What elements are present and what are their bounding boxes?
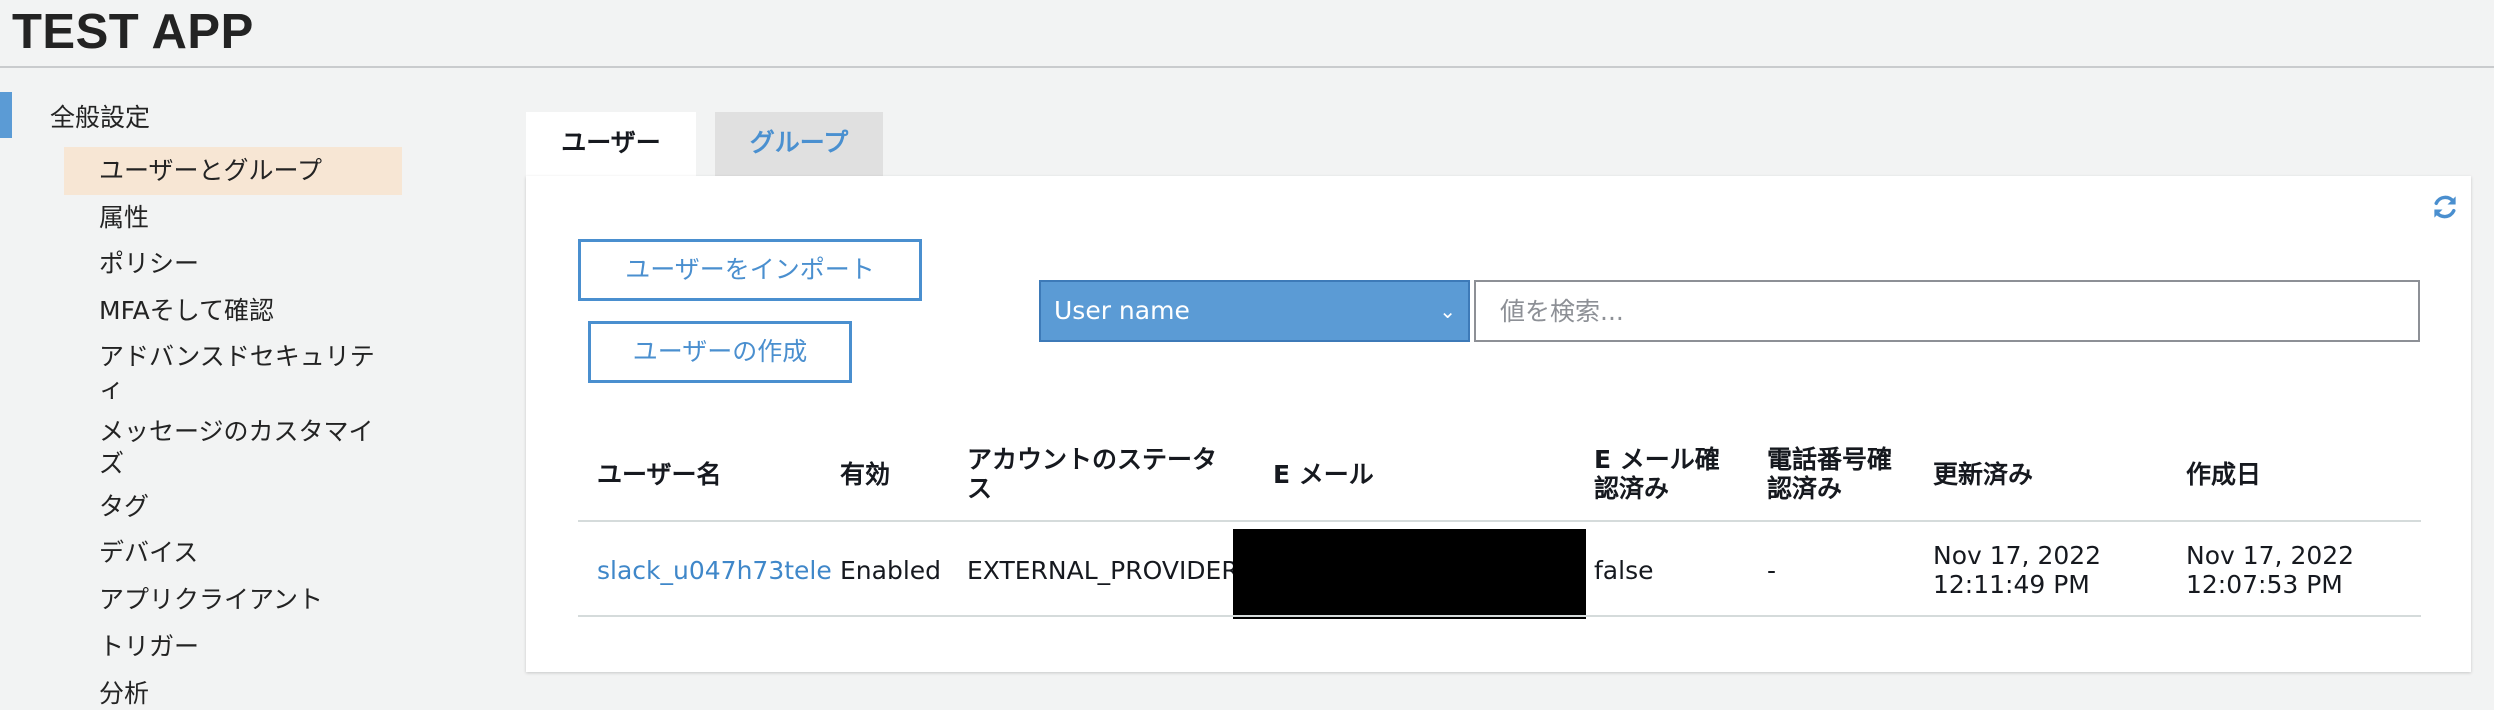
sidebar-item-tags[interactable]: タグ (99, 491, 389, 523)
sidebar-item-analytics[interactable]: 分析 (99, 678, 389, 710)
cell-phone-verified: - (1767, 556, 1777, 585)
cell-account-status: EXTERNAL_PROVIDER (967, 556, 1239, 585)
app-title: TEST APP (12, 5, 254, 59)
column-header-email-verified[interactable]: E メール確認済み (1594, 445, 1734, 503)
chevron-down-icon: ⌄ (1439, 299, 1456, 323)
sidebar-item-app-clients[interactable]: アプリクライアント (99, 584, 389, 616)
tab-groups[interactable]: グループ (715, 112, 883, 177)
cell-created: Nov 17, 2022 12:07:53 PM (2186, 541, 2355, 599)
column-header-updated[interactable]: 更新済み (1933, 460, 2033, 489)
tab-users[interactable]: ユーザー (526, 112, 696, 177)
sidebar-item-users-and-groups[interactable]: ユーザーとグループ (64, 147, 402, 195)
sidebar-section-indicator (0, 92, 12, 138)
search-input[interactable] (1474, 280, 2420, 342)
column-header-email[interactable]: E メール (1273, 460, 1374, 489)
column-header-username[interactable]: ユーザー名 (597, 460, 722, 489)
sidebar-item-policies[interactable]: ポリシー (99, 248, 389, 280)
sidebar-section-general[interactable]: 全般設定 (50, 98, 150, 134)
table-row-divider (578, 615, 2421, 617)
create-user-button[interactable]: ユーザーの作成 (588, 321, 852, 383)
app-header: TEST APP (0, 0, 2494, 68)
column-header-created[interactable]: 作成日 (2186, 460, 2261, 489)
username-link[interactable]: slack_u047h73tele (597, 556, 832, 585)
column-header-account-status[interactable]: アカウントのステータス (967, 445, 1227, 503)
refresh-icon[interactable] (2430, 192, 2460, 222)
search-attribute-value: User name (1054, 296, 1190, 325)
sidebar-item-triggers[interactable]: トリガー (99, 631, 389, 663)
redacted-email-cell (1233, 529, 1586, 619)
column-header-enabled[interactable]: 有効 (840, 460, 890, 489)
sidebar-item-devices[interactable]: デバイス (99, 537, 389, 569)
table-header-divider (578, 520, 2421, 522)
sidebar-item-mfa[interactable]: MFAそして確認 (99, 295, 389, 327)
cell-enabled: Enabled (840, 556, 942, 585)
sidebar-item-advanced-security[interactable]: アドバンスドセキュリティ (99, 341, 387, 405)
refresh-icon-graphic (2434, 195, 2456, 219)
column-header-phone-verified[interactable]: 電話番号確認済み (1767, 445, 1907, 503)
sidebar-item-message-customization[interactable]: メッセージのカスタマイズ (99, 416, 387, 480)
cell-updated: Nov 17, 2022 12:11:49 PM (1933, 541, 2102, 599)
import-users-button[interactable]: ユーザーをインポート (578, 239, 922, 301)
search-attribute-select[interactable]: User name ⌄ (1039, 280, 1470, 342)
cell-email-verified: false (1594, 556, 1654, 585)
sidebar-item-attributes[interactable]: 属性 (99, 202, 389, 234)
